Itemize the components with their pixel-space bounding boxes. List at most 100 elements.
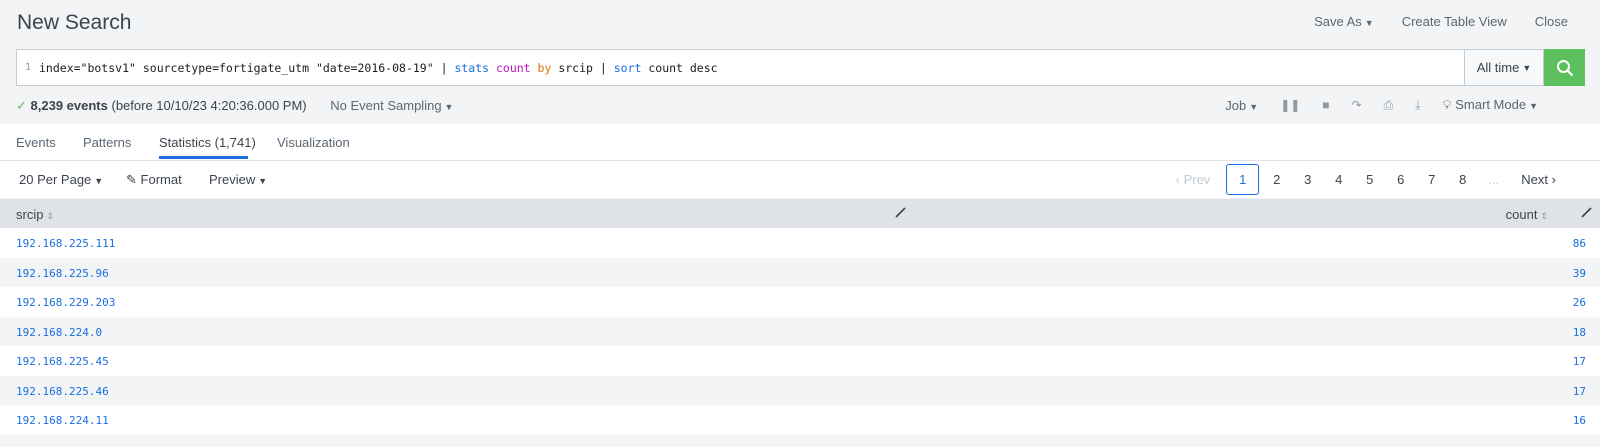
page-title: New Search (17, 11, 132, 34)
pause-icon[interactable]: ❚❚ (1280, 98, 1300, 112)
count-cell[interactable]: 17 (1573, 355, 1586, 368)
per-page-label: 20 Per Page (19, 172, 92, 187)
create-table-view-link[interactable]: Create Table View (1402, 14, 1507, 29)
table-body: 192.168.225.111 86 192.168.225.96 39 192… (0, 228, 1600, 435)
page-button[interactable]: 8 (1447, 165, 1478, 194)
table-row: 192.168.224.0 18 (0, 316, 1600, 346)
format-label: Format (140, 172, 182, 187)
search-query: index="botsv1" sourcetype=fortigate_utm … (39, 61, 718, 75)
srcip-cell[interactable]: 192.168.224.0 (16, 326, 102, 339)
share-icon[interactable]: ↷ (1352, 98, 1362, 112)
chevron-left-icon: ‹ (1175, 172, 1180, 187)
caret-down-icon: ▼ (94, 176, 104, 186)
print-icon[interactable]: ⎙ (1384, 98, 1394, 113)
table-row: 192.168.225.111 86 (0, 228, 1600, 258)
close-link[interactable]: Close (1535, 14, 1568, 29)
query-text-3: count desc (641, 60, 718, 75)
bulb-icon: 💡︎ (1442, 97, 1452, 112)
tab-visualization[interactable]: Visualization (277, 135, 350, 150)
prev-page-button[interactable]: ‹ Prev (1176, 172, 1211, 187)
next-label: Next (1521, 172, 1549, 187)
count-cell[interactable]: 26 (1573, 296, 1586, 309)
caret-down-icon: ▼ (1364, 18, 1374, 28)
tab-events[interactable]: Events (16, 135, 56, 150)
save-as-menu[interactable]: Save As ▼ (1314, 14, 1374, 29)
query-function-count: count (495, 60, 531, 75)
count-cell[interactable]: 17 (1573, 385, 1586, 398)
column-label: count (1505, 207, 1538, 222)
count-cell[interactable]: 39 (1573, 267, 1586, 280)
save-as-label: Save As (1314, 14, 1362, 29)
query-space-2 (531, 61, 538, 75)
srcip-cell[interactable]: 192.168.225.45 (16, 355, 109, 368)
table-row: 192.168.225.45 17 (0, 346, 1600, 376)
event-count: 8,239 events (30, 98, 108, 113)
active-tab-indicator (159, 156, 248, 159)
pencil-icon: ✎ (126, 172, 137, 187)
stop-icon[interactable]: ■ (1322, 98, 1329, 112)
search-mode-menu[interactable]: 💡︎ Smart Mode ▼ (1443, 97, 1538, 113)
edit-column-icon[interactable] (1581, 206, 1592, 221)
export-icon[interactable]: ⤓ (1415, 98, 1420, 113)
srcip-cell[interactable]: 192.168.229.203 (16, 296, 115, 309)
chevron-right-icon: › (1551, 172, 1556, 187)
event-time-note: (before 10/10/23 4:20:36.000 PM) (111, 98, 307, 113)
page-button[interactable]: 1 (1226, 164, 1260, 195)
table-row: 192.168.225.46 17 (0, 375, 1600, 405)
sort-icon: ⇕ (46, 211, 54, 221)
preview-label: Preview (209, 172, 256, 187)
format-button[interactable]: ✎ Format (126, 172, 182, 188)
srcip-cell[interactable]: 192.168.225.111 (16, 237, 115, 250)
tab-statistics[interactable]: Statistics (1,741) (159, 135, 256, 150)
search-icon (1556, 59, 1573, 76)
prev-label: Prev (1183, 172, 1211, 187)
page-header: New Search Save As ▼ Create Table View Cl… (0, 0, 1600, 46)
caret-down-icon: ▼ (258, 176, 268, 186)
column-header-count[interactable]: count ⇕ (1506, 207, 1548, 222)
query-text-2: srcip | (551, 60, 614, 75)
header-actions: Save As ▼ Create Table View Close (1314, 14, 1568, 29)
search-button[interactable] (1544, 49, 1585, 86)
page-button[interactable]: 3 (1292, 165, 1323, 194)
count-cell[interactable]: 86 (1573, 237, 1586, 250)
time-range-picker[interactable]: All time ▼ (1465, 49, 1544, 86)
event-sampling-menu[interactable]: No Event Sampling ▼ (330, 98, 453, 113)
count-cell[interactable]: 18 (1573, 326, 1586, 339)
srcip-cell[interactable]: 192.168.225.96 (16, 267, 109, 280)
sort-icon: ⇕ (1540, 211, 1548, 221)
query-command-sort: sort (613, 60, 642, 75)
count-cell[interactable]: 16 (1573, 414, 1586, 427)
tab-patterns[interactable]: Patterns (83, 135, 131, 150)
job-menu[interactable]: Job ▼ (1225, 98, 1258, 113)
query-space-1 (489, 61, 496, 75)
next-page-button[interactable]: Next › (1521, 172, 1556, 187)
column-label: srcip (16, 207, 44, 222)
table-row: 192.168.225.96 39 (0, 257, 1600, 287)
srcip-cell[interactable]: 192.168.224.11 (16, 414, 109, 427)
job-toolbar: Job ▼ ❚❚ ■ ↷ ⎙ ⤓ 💡︎ Smart Mode ▼ (1225, 97, 1538, 113)
query-keyword-by: by (537, 60, 552, 75)
per-page-menu[interactable]: 20 Per Page ▼ (19, 172, 103, 187)
page-button[interactable]: 7 (1416, 165, 1447, 194)
caret-down-icon: ▼ (444, 102, 454, 112)
page-button[interactable]: 4 (1323, 165, 1354, 194)
page-ellipsis: ... (1488, 172, 1500, 187)
check-icon: ✓ (16, 98, 27, 113)
srcip-cell[interactable]: 192.168.225.46 (16, 385, 109, 398)
job-label: Job (1225, 97, 1247, 113)
page-button[interactable]: 6 (1385, 165, 1416, 194)
line-number: 1 (24, 62, 32, 73)
caret-down-icon: ▼ (1522, 62, 1532, 73)
edit-column-icon[interactable] (895, 206, 906, 221)
event-sampling-label: No Event Sampling (330, 98, 442, 113)
column-header-srcip[interactable]: srcip ⇕ (16, 207, 54, 222)
results-toolbar: 20 Per Page ▼ ✎ Format Preview ▼ ‹ Prev 1 … (0, 161, 1600, 198)
pagination: ‹ Prev 1 2 3 4 5 6 7 8 ... Next › (1176, 164, 1556, 195)
page-button[interactable]: 2 (1261, 165, 1292, 194)
page-button[interactable]: 5 (1354, 165, 1385, 194)
search-status: ✓ 8,239 events (before 10/10/23 4:20:36.… (16, 98, 453, 114)
preview-menu[interactable]: Preview ▼ (209, 172, 267, 187)
search-input[interactable]: 1 index="botsv1" sourcetype=fortigate_ut… (16, 49, 1465, 86)
results-tabs: Events Patterns Statistics (1,741) Visua… (0, 124, 1600, 161)
query-command-stats: stats (454, 60, 490, 75)
